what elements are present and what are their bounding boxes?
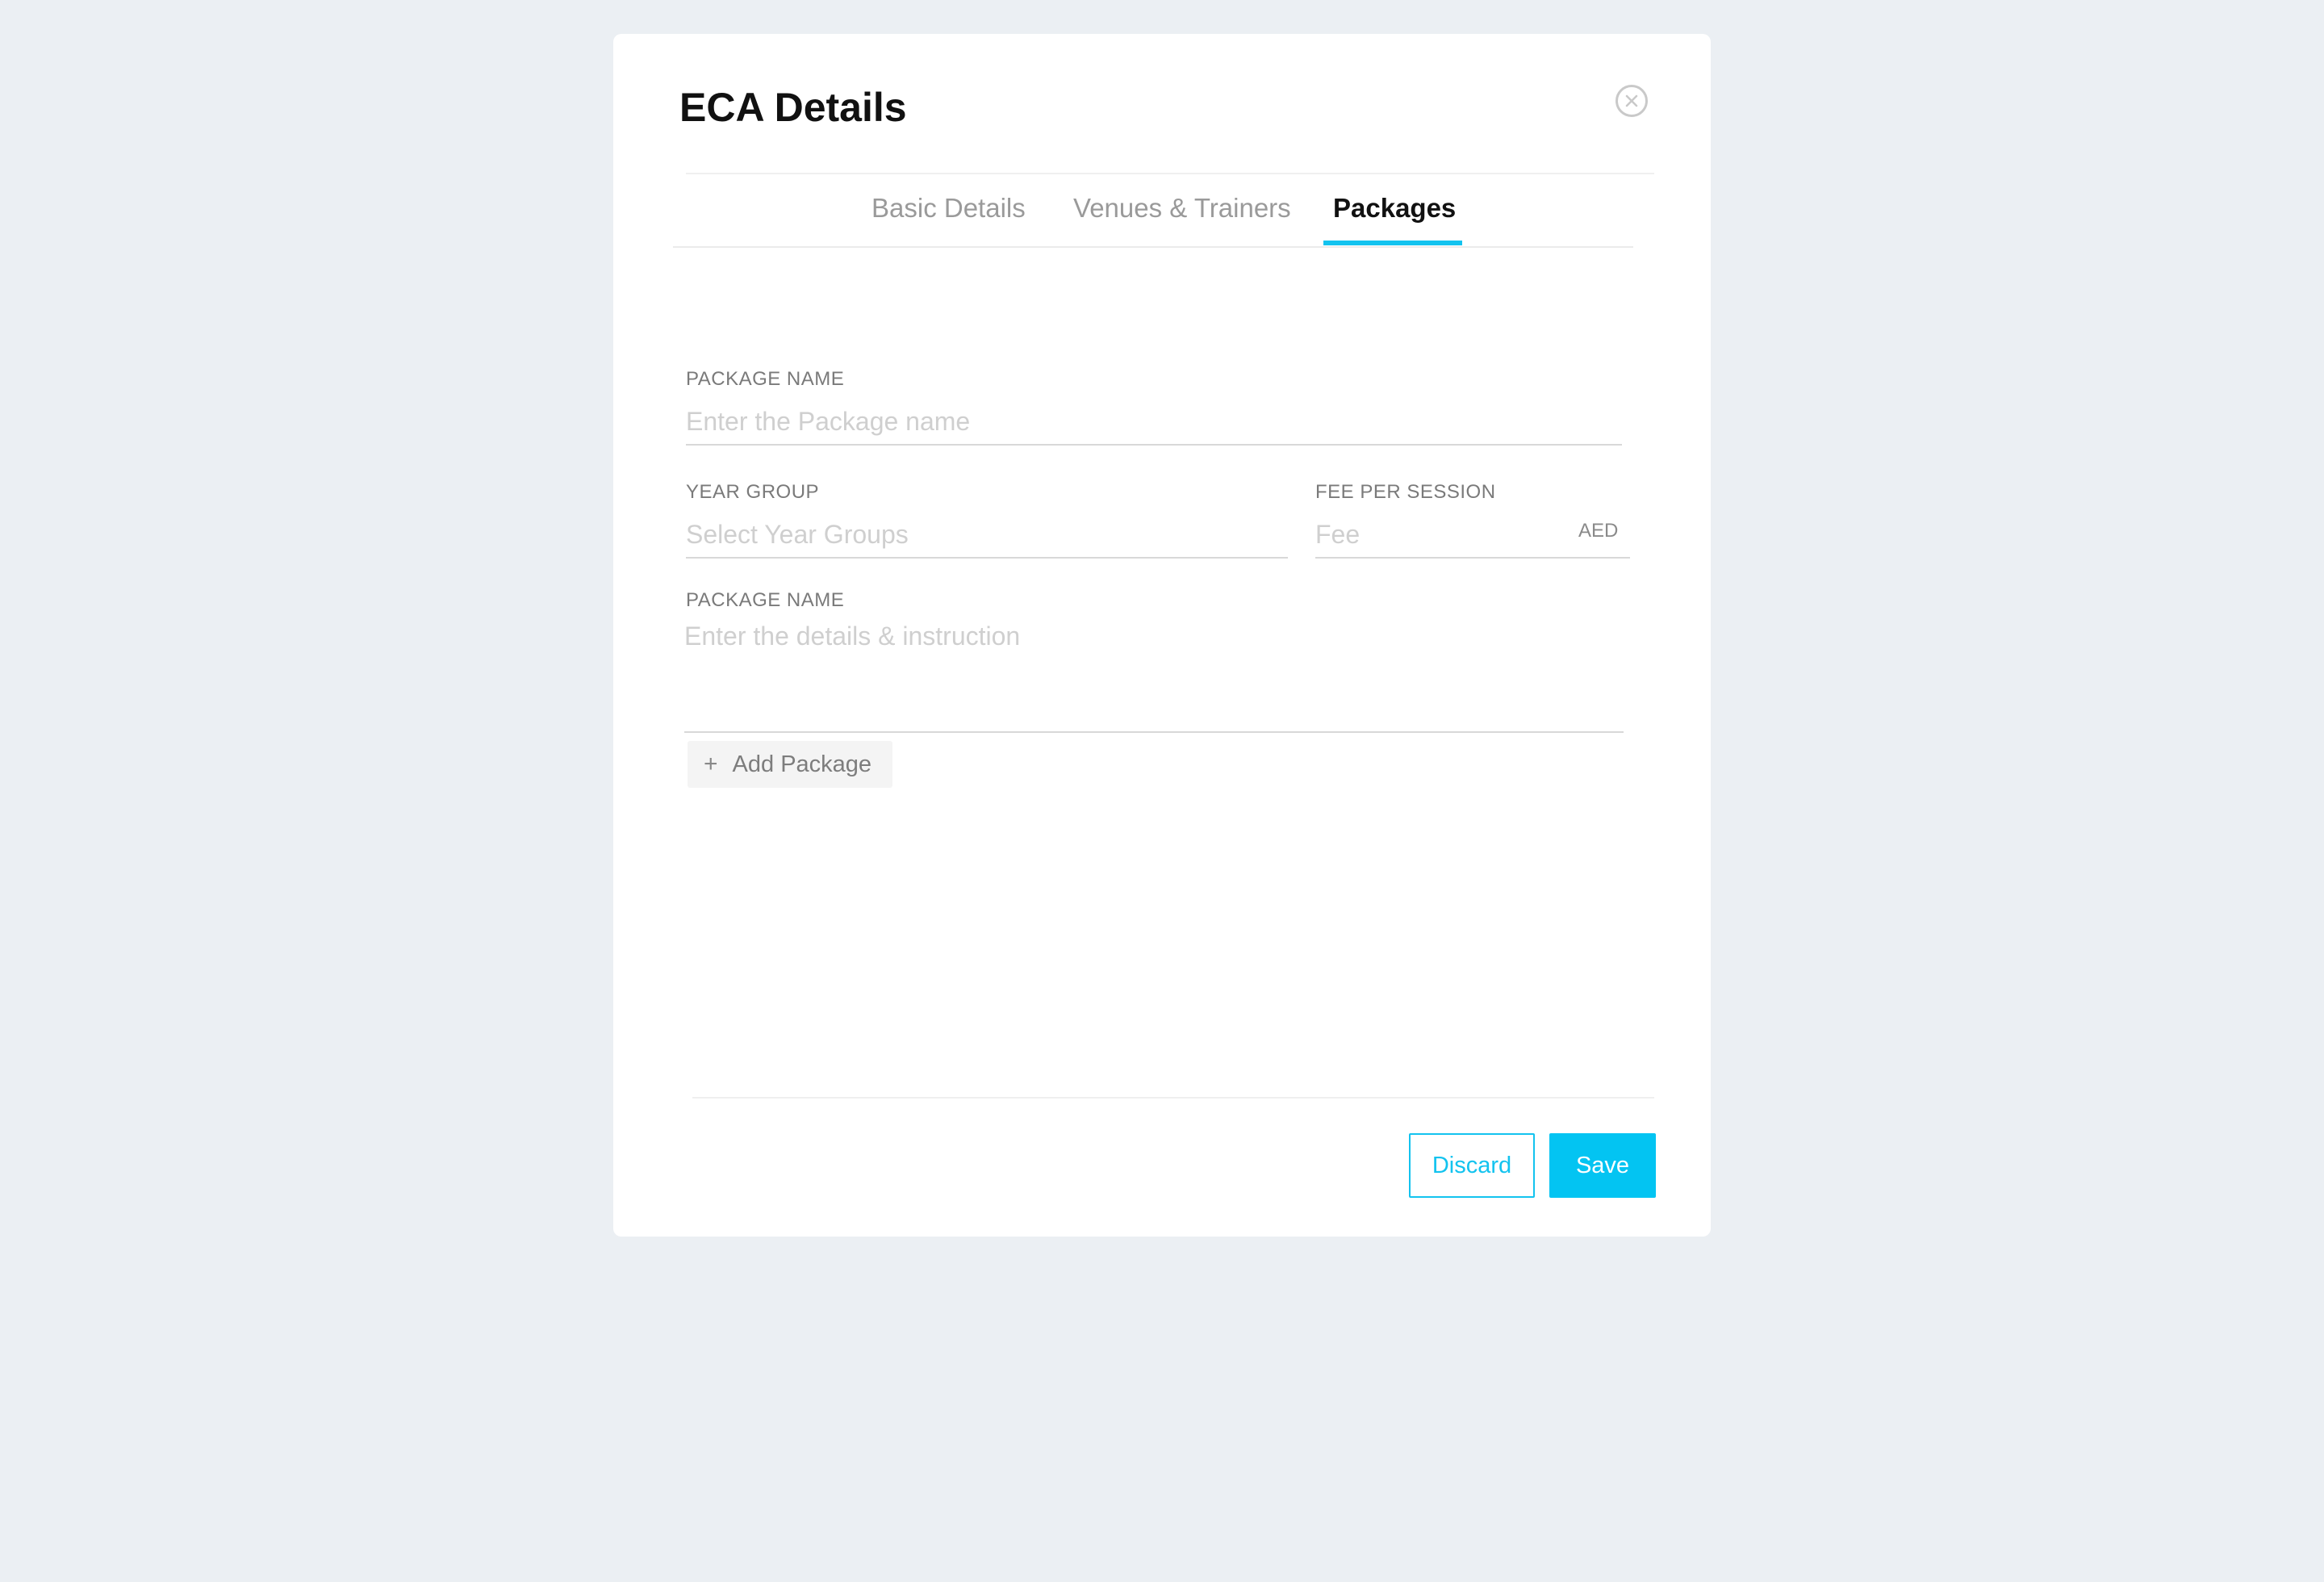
tab-packages[interactable]: Packages — [1333, 192, 1456, 224]
plus-icon: + — [704, 751, 718, 777]
tab-venues-trainers[interactable]: Venues & Trainers — [1073, 192, 1291, 224]
close-button[interactable] — [1616, 85, 1648, 117]
tabs-divider-bottom — [673, 246, 1633, 248]
eca-details-modal: ECA Details Basic Details Venues & Train… — [613, 34, 1711, 1237]
close-icon — [1625, 94, 1638, 107]
footer-divider — [692, 1097, 1654, 1099]
package-name-label: PACKAGE NAME — [686, 368, 845, 390]
details-label: PACKAGE NAME — [686, 589, 845, 611]
discard-button[interactable]: Discard — [1409, 1133, 1535, 1198]
active-tab-indicator — [1323, 241, 1462, 245]
add-package-label: Add Package — [732, 751, 872, 777]
year-group-label: YEAR GROUP — [686, 481, 820, 503]
add-package-button[interactable]: + Add Package — [688, 741, 892, 788]
year-group-select[interactable] — [686, 512, 1288, 559]
tabs-divider-top — [686, 173, 1654, 174]
package-name-input[interactable] — [686, 399, 1622, 446]
currency-suffix: AED — [1578, 520, 1619, 542]
tab-basic-details[interactable]: Basic Details — [872, 192, 1026, 224]
modal-title: ECA Details — [679, 85, 907, 130]
fee-per-session-label: FEE PER SESSION — [1315, 481, 1496, 503]
save-button[interactable]: Save — [1549, 1133, 1656, 1198]
details-textarea[interactable] — [684, 620, 1624, 733]
